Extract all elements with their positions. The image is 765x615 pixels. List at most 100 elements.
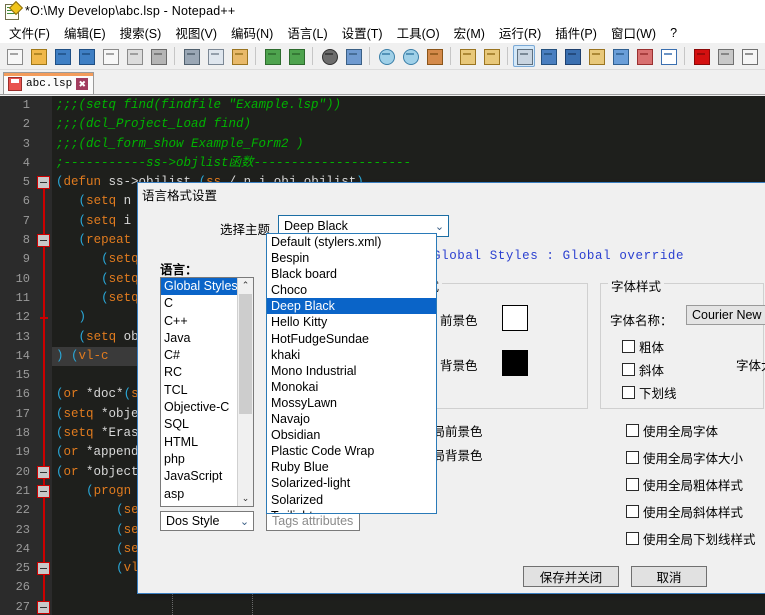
cut-icon[interactable] [180, 45, 202, 67]
code-line[interactable] [52, 598, 765, 615]
language-list-item[interactable]: asp [161, 486, 238, 503]
use-global-font-checkbox[interactable]: 使用全局字体 [626, 421, 718, 440]
doc-map-icon[interactable] [585, 45, 607, 67]
menu-macro[interactable]: 宏(M) [447, 21, 492, 44]
language-list-item[interactable]: C# [161, 347, 238, 364]
theme-option[interactable]: Hello Kitty [267, 314, 436, 330]
close-file-icon[interactable] [99, 45, 121, 67]
folder-as-workspace-icon[interactable] [633, 45, 655, 67]
monitoring-icon[interactable] [657, 45, 679, 67]
record-macro-icon[interactable] [690, 45, 712, 67]
theme-option[interactable]: Monokai [267, 379, 436, 395]
save-icon[interactable] [51, 45, 73, 67]
language-list-item[interactable]: JavaScript [161, 468, 238, 485]
theme-dropdown-popup[interactable]: Default (stylers.xml) Bespin Black board Ch… [266, 233, 437, 514]
menu-file[interactable]: 文件(F) [2, 21, 57, 44]
paste-icon[interactable] [228, 45, 250, 67]
new-file-icon[interactable] [3, 45, 25, 67]
checkbox-icon[interactable] [626, 478, 639, 491]
fold-margin[interactable] [36, 96, 52, 615]
find-icon[interactable] [318, 45, 340, 67]
scroll-down-icon[interactable]: ⌄ [238, 491, 253, 506]
code-line[interactable]: ;;;(dcl_form_show Example_Form2 ) [52, 135, 765, 154]
zoom-out-icon[interactable] [399, 45, 421, 67]
fold-toggle-icon[interactable] [37, 562, 50, 576]
theme-option[interactable]: MossyLawn [267, 395, 436, 411]
zoom-in-icon[interactable] [375, 45, 397, 67]
language-list-item[interactable]: XML [161, 503, 238, 506]
save-and-close-button[interactable]: 保存并关闭 [523, 566, 619, 587]
print-icon[interactable] [147, 45, 169, 67]
menu-help[interactable]: ? [663, 24, 684, 42]
tags-attributes-field[interactable]: Tags attributes [266, 511, 360, 531]
language-list-item[interactable]: Objective-C [161, 399, 238, 416]
theme-option[interactable]: HotFudgeSundae [267, 331, 436, 347]
background-color-swatch[interactable] [502, 350, 528, 376]
theme-option[interactable]: Navajo [267, 411, 436, 427]
theme-option[interactable]: Solarized [267, 492, 436, 508]
language-list-item[interactable]: Java [161, 330, 238, 347]
theme-option[interactable]: Twilight [267, 508, 436, 513]
menu-plugins[interactable]: 插件(P) [548, 21, 604, 44]
code-line[interactable]: ;-----------ss->objlist函数---------------… [52, 154, 765, 173]
menu-view[interactable]: 视图(V) [168, 21, 224, 44]
use-global-italic-checkbox[interactable]: 使用全局斜体样式 [626, 502, 743, 521]
open-folder-icon[interactable] [27, 45, 49, 67]
copy-icon[interactable] [204, 45, 226, 67]
language-list-item[interactable]: RC [161, 364, 238, 381]
user-define-dialog-icon[interactable] [561, 45, 583, 67]
bold-checkbox[interactable]: 粗体 [622, 337, 664, 356]
menu-tools[interactable]: 工具(O) [390, 21, 447, 44]
theme-option[interactable]: Deep Black [267, 298, 436, 315]
language-list-item[interactable]: Global Styles [161, 278, 238, 296]
menu-encoding[interactable]: 编码(N) [224, 21, 280, 44]
theme-option[interactable]: Bespin [267, 250, 436, 266]
checkbox-icon[interactable] [626, 451, 639, 464]
close-all-icon[interactable] [123, 45, 145, 67]
language-list-item[interactable]: TCL [161, 382, 238, 399]
checkbox-icon[interactable] [626, 532, 639, 545]
theme-option[interactable]: Obsidian [267, 427, 436, 443]
language-bottom-select[interactable]: Dos Style ⌄ [160, 511, 254, 531]
cancel-button[interactable]: 取消 [631, 566, 707, 587]
function-list-icon[interactable] [609, 45, 631, 67]
theme-option[interactable]: khaki [267, 347, 436, 363]
tab-abc-lsp[interactable]: abc.lsp ✖ [3, 72, 95, 94]
fold-toggle-icon[interactable] [37, 234, 50, 248]
show-all-chars-icon[interactable] [480, 45, 502, 67]
underline-checkbox[interactable]: 下划线 [622, 383, 677, 402]
show-symbol-icon[interactable] [537, 45, 559, 67]
menu-window[interactable]: 窗口(W) [604, 21, 663, 44]
language-list-item[interactable]: php [161, 451, 238, 468]
menu-run[interactable]: 运行(R) [492, 21, 548, 44]
code-line[interactable]: ;;;(dcl_Project_Load find) [52, 115, 765, 134]
scroll-up-icon[interactable]: ⌃ [238, 278, 253, 293]
fold-toggle-icon[interactable] [37, 485, 50, 498]
use-global-bold-checkbox[interactable]: 使用全局粗体样式 [626, 475, 743, 494]
redo-icon[interactable] [285, 45, 307, 67]
font-name-select[interactable]: Courier New [686, 305, 765, 325]
play-macro-icon[interactable] [738, 45, 760, 67]
language-list-item[interactable]: C [161, 295, 238, 312]
fold-toggle-icon[interactable] [37, 176, 50, 190]
foreground-color-swatch[interactable] [502, 305, 528, 331]
theme-option[interactable]: Default (stylers.xml) [267, 234, 436, 250]
close-icon[interactable]: ✖ [76, 77, 89, 90]
fold-toggle-icon[interactable] [37, 465, 50, 479]
language-list-item[interactable]: C++ [161, 313, 238, 330]
language-list-item[interactable]: HTML [161, 434, 238, 451]
language-list-scrollbar[interactable]: ⌃ ⌄ [237, 278, 253, 506]
save-all-icon[interactable] [75, 45, 97, 67]
menu-language[interactable]: 语言(L) [280, 21, 334, 44]
language-list-item[interactable]: SQL [161, 416, 238, 433]
checkbox-icon[interactable] [626, 505, 639, 518]
word-wrap-icon[interactable] [456, 45, 478, 67]
replace-icon[interactable] [342, 45, 364, 67]
menu-search[interactable]: 搜索(S) [113, 21, 169, 44]
checkbox-icon[interactable] [622, 340, 635, 353]
theme-option[interactable]: Mono Industrial [267, 363, 436, 379]
theme-option[interactable]: Ruby Blue [267, 459, 436, 475]
code-line[interactable]: ;;;(setq find(findfile "Example.lsp")) [52, 96, 765, 115]
theme-option[interactable]: Solarized-light [267, 475, 436, 491]
italic-checkbox[interactable]: 斜体 [622, 360, 664, 379]
